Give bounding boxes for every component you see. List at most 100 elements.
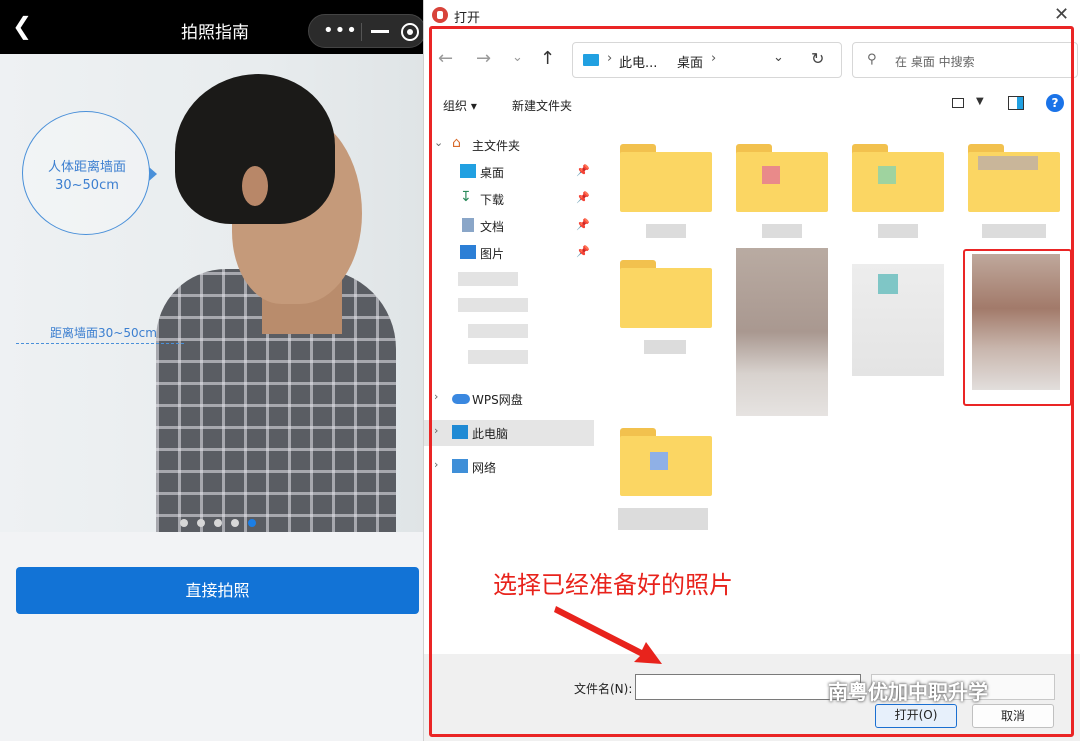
take-photo-button[interactable]: 直接拍照: [16, 567, 419, 614]
open-file-dialog: 打开 ✕ ← → ⌄ ↑ › 此电... 桌面 › ⌄ ↻ ⚲ 在 桌面 中搜索…: [423, 0, 1080, 741]
nav-item-downloads[interactable]: ↧ 下载 📌: [424, 186, 594, 212]
nav-item-label: 网络: [472, 461, 497, 475]
network-icon: [452, 459, 468, 473]
refresh-icon[interactable]: ↻: [811, 49, 824, 68]
image-thumbnail[interactable]: [736, 248, 828, 416]
dialog-titlebar: 打开 ✕: [424, 0, 1080, 30]
pin-icon[interactable]: 📌: [576, 164, 590, 177]
up-icon[interactable]: ↑: [540, 48, 555, 69]
nav-item-this-pc[interactable]: › 此电脑: [424, 420, 594, 446]
chevron-right-icon: ›: [711, 51, 717, 66]
pin-icon[interactable]: 📌: [576, 191, 590, 204]
nav-item-desktop[interactable]: 桌面 📌: [424, 159, 594, 185]
page-title: 拍照指南: [181, 23, 249, 43]
blurred-nav-item: [458, 298, 528, 312]
pin-icon[interactable]: 📌: [576, 218, 590, 231]
folder-item[interactable]: [620, 260, 712, 328]
document-icon: [462, 218, 474, 232]
close-circle-icon[interactable]: [401, 23, 419, 41]
nav-item-home[interactable]: ⌄ ⌂ 主文件夹: [424, 132, 594, 158]
chevron-down-icon[interactable]: ▼: [976, 96, 984, 107]
blurred-file-name: [982, 224, 1046, 238]
cloud-icon: [452, 394, 470, 404]
folder-item[interactable]: [620, 428, 712, 496]
minimize-icon[interactable]: [371, 30, 389, 33]
watermark-text: 南粤优加中职升学: [828, 680, 988, 704]
search-box[interactable]: ⚲ 在 桌面 中搜索: [852, 42, 1078, 78]
app-logo-icon: [432, 7, 448, 23]
back-arrow-icon[interactable]: ❮: [12, 14, 32, 38]
navigation-bar: ← → ⌄ ↑ › 此电... 桌面 › ⌄ ↻ ⚲ 在 桌面 中搜索: [424, 38, 1080, 82]
home-icon: ⌂: [452, 135, 461, 151]
expand-icon[interactable]: ›: [434, 424, 438, 437]
expand-icon[interactable]: ›: [434, 390, 438, 403]
folder-item[interactable]: [852, 144, 944, 212]
pager-dot-active[interactable]: [248, 519, 256, 527]
nav-item-label: 主文件夹: [472, 139, 521, 153]
nav-item-label: WPS网盘: [472, 393, 523, 407]
image-thumbnail[interactable]: [852, 264, 944, 376]
search-icon: ⚲: [867, 52, 877, 67]
nav-item-network[interactable]: › 网络: [424, 454, 594, 480]
forward-icon[interactable]: →: [476, 48, 491, 69]
capsule-divider: [361, 23, 362, 41]
nav-item-pictures[interactable]: 图片 📌: [424, 240, 594, 266]
blurred-file-name: [644, 340, 686, 354]
pager-dot[interactable]: [197, 519, 205, 527]
breadcrumb-this-pc[interactable]: 此电...: [619, 52, 657, 71]
command-bar: 组织 ▾ 新建文件夹 ▼ ?: [424, 88, 1080, 122]
thumbnail-detail: [878, 274, 898, 294]
back-icon[interactable]: ←: [438, 48, 453, 69]
pager-dot[interactable]: [214, 519, 222, 527]
view-icon[interactable]: [952, 98, 964, 108]
address-bar[interactable]: › 此电... 桌面 › ⌄ ↻: [572, 42, 842, 78]
filename-label: 文件名(N):: [574, 682, 633, 696]
open-button[interactable]: 打开(O): [875, 704, 957, 728]
close-icon[interactable]: ✕: [1054, 4, 1069, 25]
nav-item-label: 下载: [480, 193, 505, 207]
bubble-text-line1: 人体距离墙面: [47, 160, 126, 175]
blurred-nav-item: [468, 350, 528, 364]
nav-item-documents[interactable]: 文档 📌: [424, 213, 594, 239]
bubble-text-line2: 30~50cm: [55, 178, 119, 193]
new-folder-button[interactable]: 新建文件夹: [512, 97, 572, 114]
cancel-button[interactable]: 取消: [972, 704, 1054, 728]
desktop-icon: [460, 164, 476, 178]
chevron-down-icon[interactable]: ⌄: [773, 50, 784, 65]
pin-icon[interactable]: 📌: [576, 245, 590, 258]
breadcrumb-desktop[interactable]: 桌面: [677, 52, 703, 71]
folder-item[interactable]: [736, 144, 828, 212]
pager-dot[interactable]: [231, 519, 239, 527]
dialog-title: 打开: [454, 11, 481, 26]
help-icon[interactable]: ?: [1046, 94, 1064, 112]
blurred-file-name: [878, 224, 918, 238]
picture-icon: [460, 245, 476, 259]
mini-program-navbar: ❮ 拍照指南 •••: [0, 0, 430, 54]
this-pc-icon: [583, 54, 599, 66]
distance-dashed-line: [16, 343, 184, 344]
expand-icon[interactable]: ⌄: [434, 136, 443, 149]
this-pc-icon: [452, 425, 468, 439]
instruction-text: 选择已经准备好的照片: [493, 571, 733, 599]
download-icon: ↧: [460, 189, 472, 205]
search-placeholder: 在 桌面 中搜索: [895, 55, 975, 69]
guide-photo-carousel[interactable]: 人体距离墙面 30~50cm 距离墙面30~50cm: [0, 54, 430, 532]
expand-icon[interactable]: ›: [434, 458, 438, 471]
nav-item-label: 图片: [480, 247, 505, 261]
nav-item-wps-cloud[interactable]: › WPS网盘: [424, 386, 594, 412]
recent-locations-icon[interactable]: ⌄: [512, 50, 523, 65]
photo-highlight-box: [963, 249, 1072, 406]
pager-dot[interactable]: [180, 519, 188, 527]
wechat-logo-icon: [795, 681, 820, 699]
more-icon[interactable]: •••: [323, 20, 358, 41]
distance-label: 距离墙面30~50cm: [50, 326, 157, 340]
folder-item[interactable]: [620, 144, 712, 212]
blurred-file-name: [618, 508, 708, 530]
preview-pane-icon[interactable]: [1008, 96, 1024, 110]
capsule-menu: •••: [308, 14, 426, 48]
folder-item[interactable]: [968, 144, 1060, 212]
distance-bubble: 人体距离墙面 30~50cm: [22, 111, 157, 235]
organize-menu[interactable]: 组织 ▾: [443, 97, 477, 114]
blurred-file-name: [762, 224, 802, 238]
nav-item-label: 此电脑: [472, 427, 509, 441]
